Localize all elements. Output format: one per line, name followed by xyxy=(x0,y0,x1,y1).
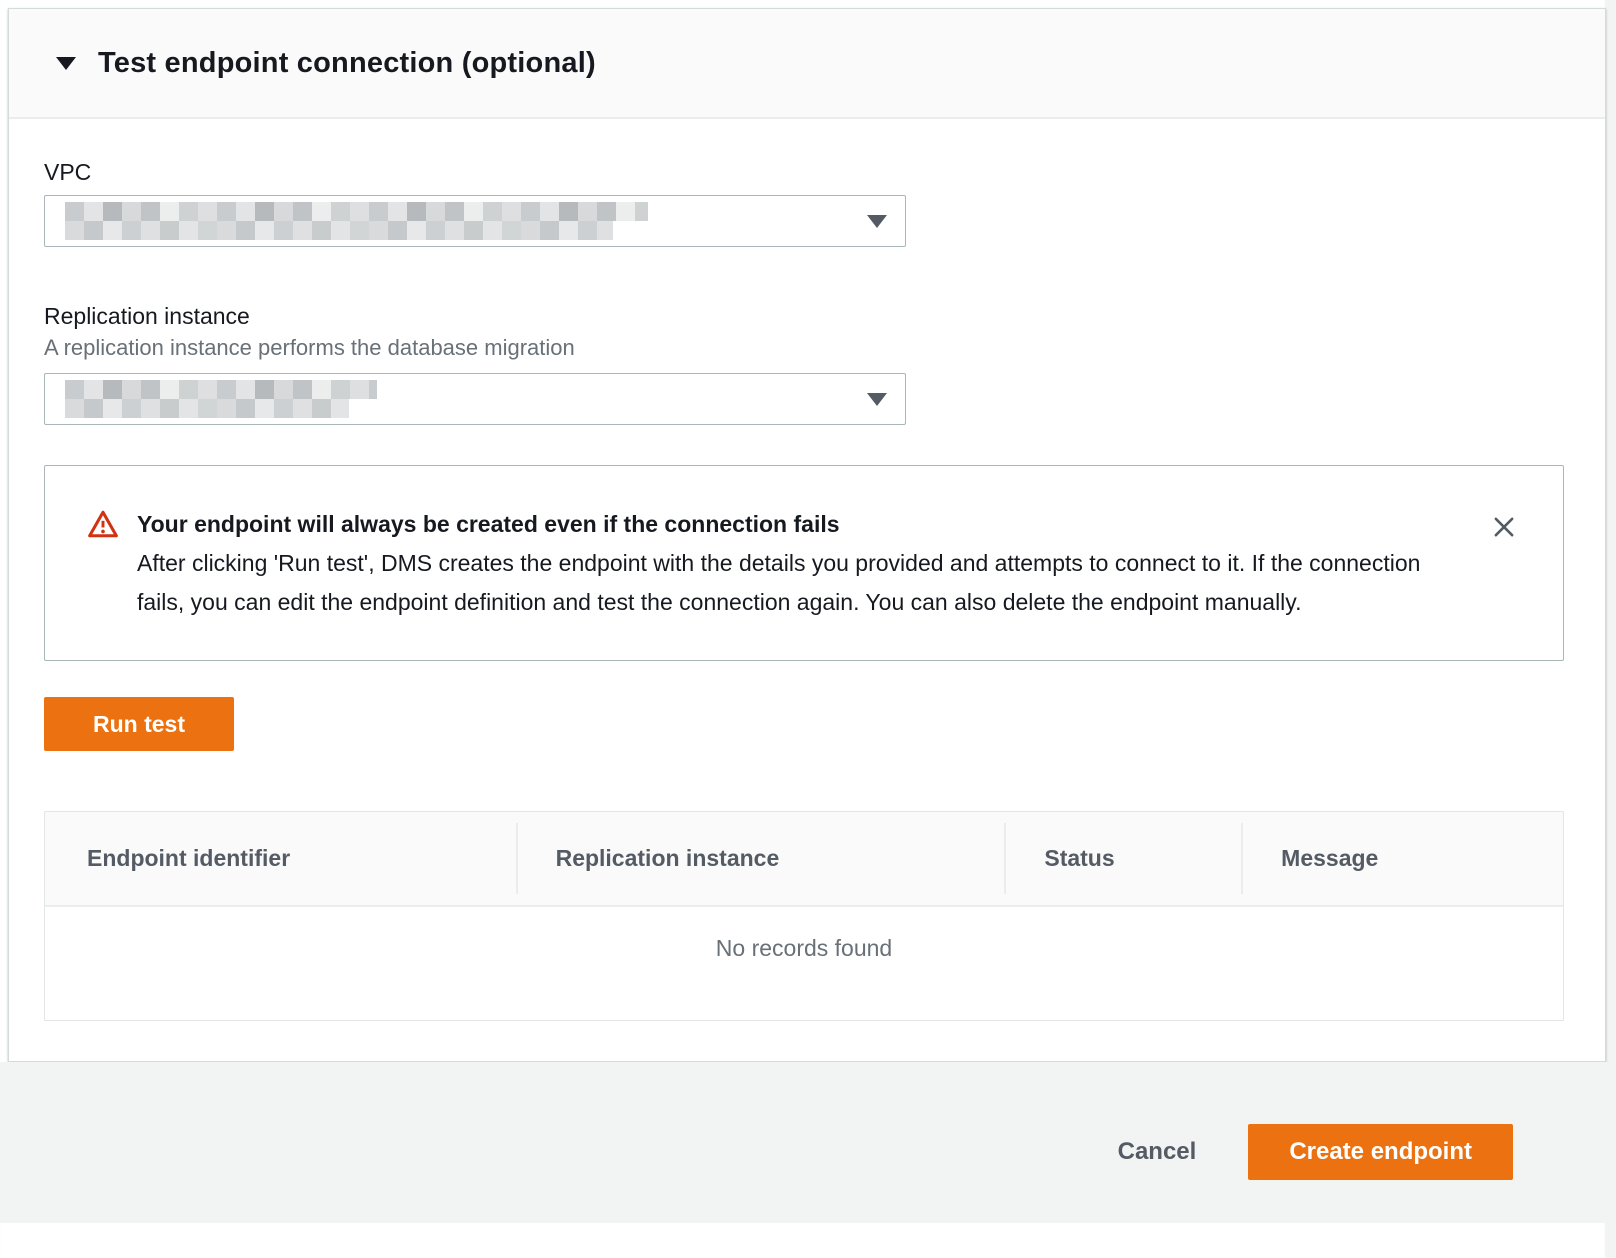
vpc-label: VPC xyxy=(44,159,1564,185)
warning-body: After clicking 'Run test', DMS creates t… xyxy=(137,544,1437,622)
panel-header-toggle[interactable]: Test endpoint connection (optional) xyxy=(9,9,1605,119)
cancel-button[interactable]: Cancel xyxy=(1108,1124,1207,1180)
panel-body: VPC Replication instance A replication i… xyxy=(9,119,1605,1061)
replication-instance-label: Replication instance xyxy=(44,303,1564,329)
column-header-message: Message xyxy=(1241,845,1563,872)
close-icon[interactable] xyxy=(1487,510,1521,544)
replication-instance-select[interactable] xyxy=(44,373,906,425)
column-header-endpoint-identifier: Endpoint identifier xyxy=(45,845,516,872)
table-empty-message: No records found xyxy=(45,907,1563,1020)
replication-instance-description: A replication instance performs the data… xyxy=(44,335,1564,361)
warning-triangle-icon xyxy=(87,508,119,622)
column-header-status: Status xyxy=(1004,845,1241,872)
warning-alert: Your endpoint will always be created eve… xyxy=(44,465,1564,661)
replication-instance-redacted-value xyxy=(65,380,377,418)
vpc-select[interactable] xyxy=(44,195,906,247)
vpc-field: VPC xyxy=(44,159,1564,247)
warning-title: Your endpoint will always be created eve… xyxy=(137,504,1437,544)
vpc-redacted-value xyxy=(65,202,648,240)
warning-text: Your endpoint will always be created eve… xyxy=(137,504,1437,622)
panel-title: Test endpoint connection (optional) xyxy=(98,47,596,80)
chevron-down-icon xyxy=(867,215,887,228)
collapse-caret-icon xyxy=(56,57,76,70)
connection-results-table: Endpoint identifier Replication instance… xyxy=(44,811,1564,1021)
column-header-replication-instance: Replication instance xyxy=(516,845,1005,872)
create-endpoint-button[interactable]: Create endpoint xyxy=(1248,1124,1513,1180)
chevron-down-icon xyxy=(867,393,887,406)
run-test-button[interactable]: Run test xyxy=(44,697,234,751)
replication-instance-field: Replication instance A replication insta… xyxy=(44,303,1564,425)
table-header-row: Endpoint identifier Replication instance… xyxy=(45,812,1563,907)
test-endpoint-panel: Test endpoint connection (optional) VPC … xyxy=(8,8,1606,1062)
form-footer: Cancel Create endpoint xyxy=(0,1062,1616,1223)
